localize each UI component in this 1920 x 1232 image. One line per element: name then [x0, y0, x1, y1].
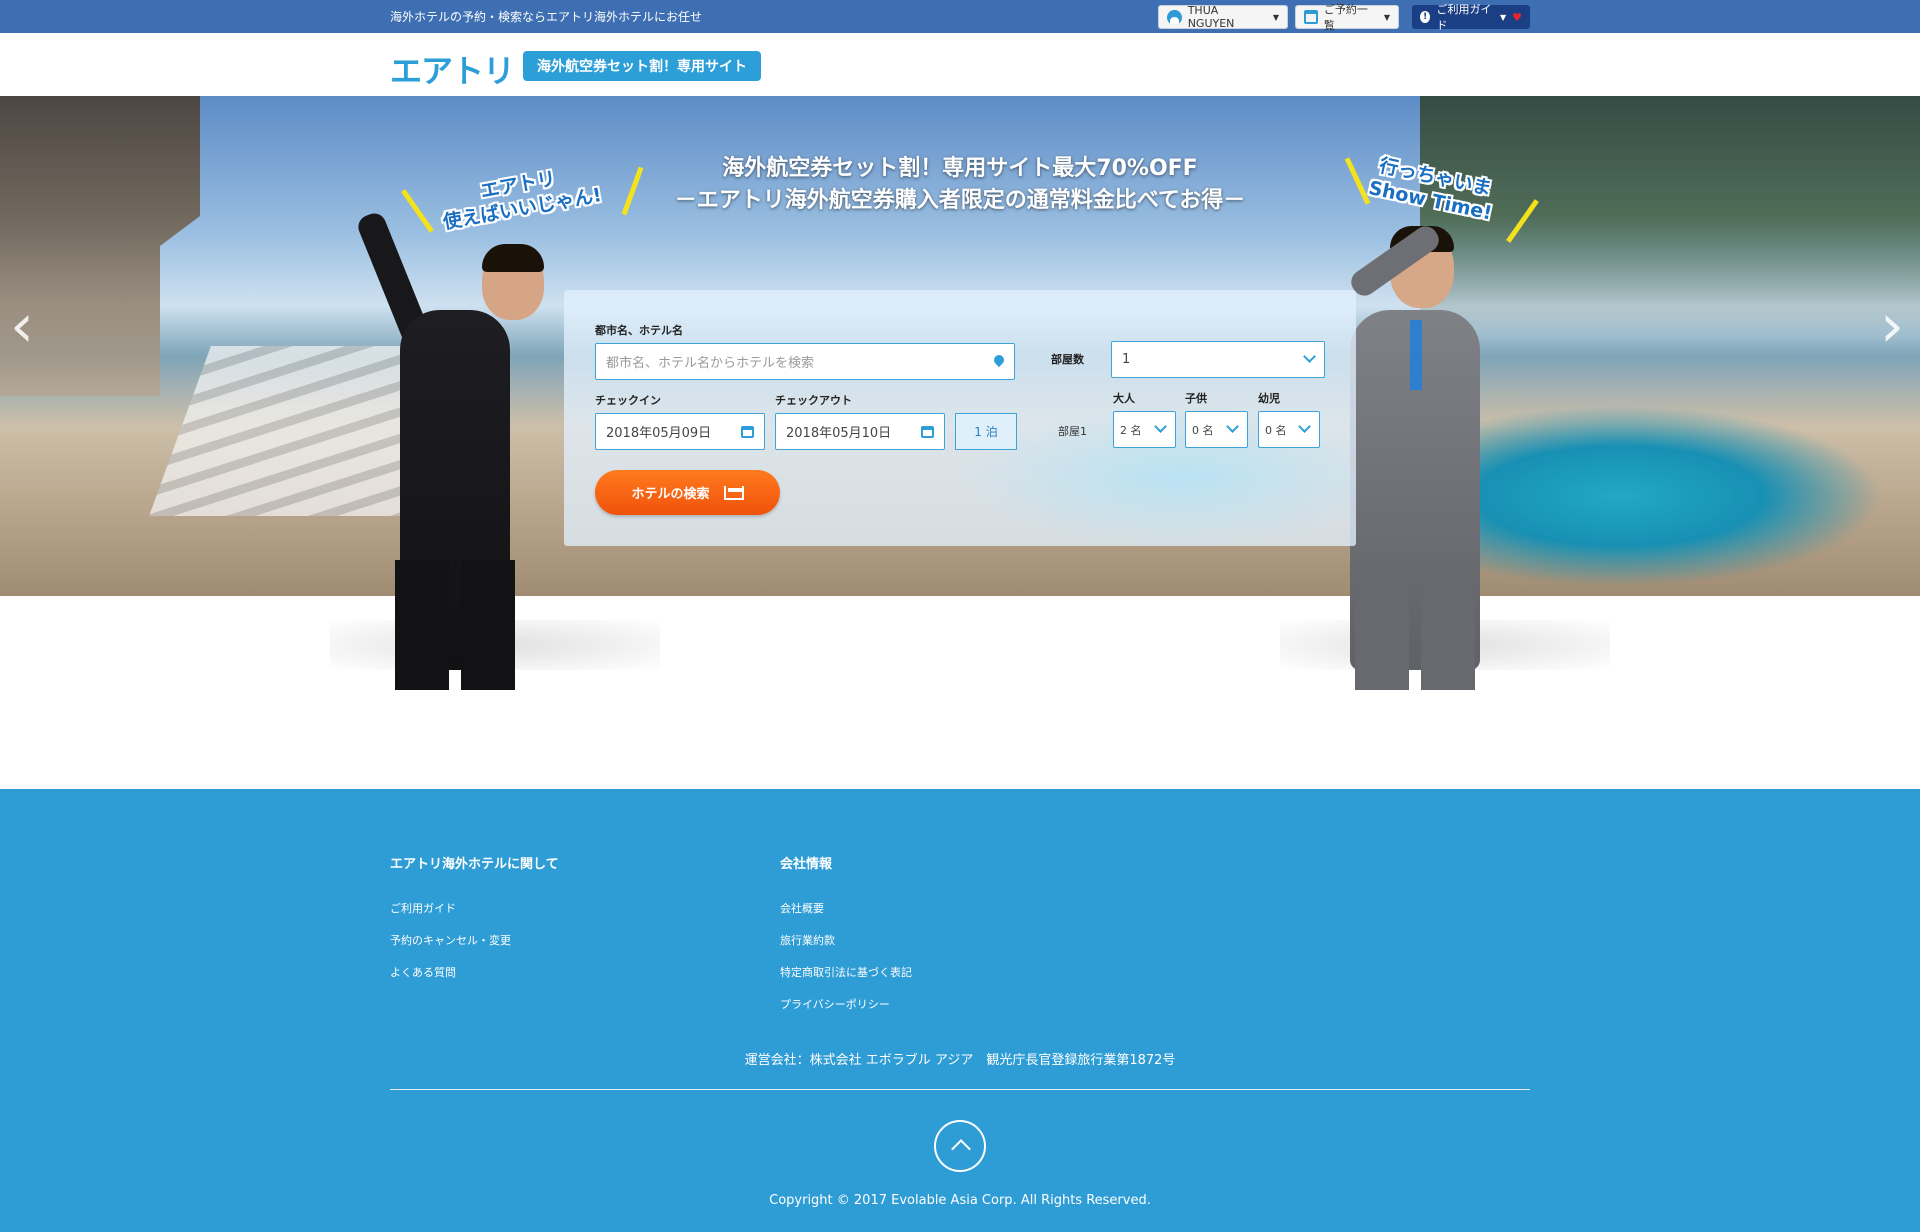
room1-label: 部屋1 — [1058, 425, 1087, 438]
chevron-down-icon — [1226, 420, 1239, 433]
footer-link-faq[interactable]: よくある質問 — [390, 964, 456, 980]
guide-label: ご利用ガイド — [1436, 3, 1492, 32]
caret-down-icon: ▼ — [1383, 12, 1390, 22]
chevron-down-icon — [1303, 350, 1316, 363]
destination-label: 都市名、ホテル名 — [595, 324, 683, 337]
footer-link-privacy[interactable]: プライバシーポリシー — [780, 996, 890, 1012]
infants-label: 幼児 — [1258, 392, 1280, 405]
footer-divider — [390, 1089, 1530, 1090]
footer-link-company-overview[interactable]: 会社概要 — [780, 900, 824, 916]
infants-select[interactable]: 0 名 — [1258, 411, 1320, 448]
calendar-icon — [741, 426, 754, 438]
chevron-down-icon — [1154, 420, 1167, 433]
chevron-down-icon — [1298, 420, 1311, 433]
reservations-label: ご予約一覧 — [1323, 3, 1368, 32]
site-badge: 海外航空券セット割！専用サイト — [523, 51, 761, 81]
rooms-label: 部屋数 — [1051, 353, 1084, 366]
site-header: エアトリ 海外航空券セット割！専用サイト — [0, 33, 1920, 96]
footer-link-commerce-law[interactable]: 特定商取引法に基づく表記 — [780, 964, 912, 980]
back-to-top-icon[interactable] — [934, 1120, 986, 1172]
site-footer: エアトリ海外ホテルに関して ご利用ガイド 予約のキャンセル・変更 よくある質問 … — [0, 789, 1920, 1232]
destination-input[interactable]: 都市名、ホテル名からホテルを検索 — [595, 343, 1015, 380]
adults-label: 大人 — [1113, 392, 1135, 405]
airtrip-logo[interactable]: エアトリ — [390, 46, 515, 92]
copyright: Copyright © 2017 Evolable Asia Corp. All… — [769, 1193, 1151, 1208]
adults-select[interactable]: 2 名 — [1113, 411, 1176, 448]
destination-placeholder: 都市名、ホテル名からホテルを検索 — [606, 356, 815, 371]
checkin-label: チェックイン — [595, 394, 661, 407]
footer-heading-about: エアトリ海外ホテルに関して — [390, 857, 559, 872]
bed-icon — [723, 485, 744, 500]
carousel-next-icon[interactable]: › — [1880, 296, 1904, 356]
user-icon — [1167, 9, 1182, 25]
hero-background-palms — [1420, 96, 1920, 336]
suit-tie — [1410, 320, 1422, 390]
heart-icon: ♥ — [1512, 10, 1522, 24]
pilot-legs — [395, 560, 515, 690]
checkout-date-input[interactable]: 2018年05月10日 — [775, 413, 945, 450]
search-button-label: ホテルの検索 — [631, 487, 710, 502]
guide-menu-button[interactable]: ! ご利用ガイド ▼ ♥ — [1412, 3, 1530, 32]
info-icon: ! — [1420, 11, 1431, 23]
nights-count: 1 泊 — [955, 413, 1017, 450]
checkin-value: 2018年05月09日 — [606, 426, 712, 441]
footer-link-guide[interactable]: ご利用ガイド — [390, 900, 456, 916]
user-name: THUA NGUYEN — [1187, 4, 1235, 30]
pilot-hair — [482, 244, 544, 272]
user-menu-button[interactable]: THUA NGUYEN ▼ — [1158, 4, 1288, 30]
rooms-select[interactable]: 1 — [1111, 341, 1325, 378]
hero-title: 海外航空券セット割！専用サイト最大70%OFF — [722, 156, 1198, 181]
children-value: 0 名 — [1192, 423, 1214, 437]
infants-value: 0 名 — [1265, 423, 1287, 437]
adults-value: 2 名 — [1120, 423, 1142, 437]
hotel-search-button[interactable]: ホテルの検索 — [595, 470, 780, 515]
children-select[interactable]: 0 名 — [1185, 411, 1248, 448]
children-label: 子供 — [1185, 392, 1207, 405]
caret-down-icon: ▼ — [1272, 12, 1279, 22]
top-bar: 海外ホテルの予約・検索ならエアトリ海外ホテルにお任せ THUA NGUYEN ▼… — [0, 0, 1920, 33]
caret-down-icon: ▼ — [1499, 12, 1507, 22]
company-registration: 運営会社：株式会社 エボラブル アジア 観光庁長官登録旅行業第1872号 — [744, 1053, 1176, 1068]
carousel-prev-icon[interactable]: ‹ — [10, 296, 34, 356]
checkout-value: 2018年05月10日 — [786, 426, 892, 441]
site-tagline: 海外ホテルの予約・検索ならエアトリ海外ホテルにお任せ — [390, 10, 703, 24]
map-pin-icon — [994, 355, 1004, 369]
reservations-menu-button[interactable]: ご予約一覧 ▼ — [1295, 3, 1399, 32]
checkin-date-input[interactable]: 2018年05月09日 — [595, 413, 765, 450]
suit-legs — [1355, 560, 1475, 690]
footer-link-cancel[interactable]: 予約のキャンセル・変更 — [390, 932, 511, 948]
calendar-icon — [921, 426, 934, 438]
hero-subtitle: －エアトリ海外航空券購入者限定の通常料金比べてお得－ — [674, 188, 1246, 213]
rooms-value: 1 — [1122, 352, 1131, 367]
calendar-icon — [1304, 10, 1318, 24]
footer-link-travel-terms[interactable]: 旅行業約款 — [780, 932, 835, 948]
footer-heading-company: 会社情報 — [780, 857, 833, 872]
checkout-label: チェックアウト — [775, 394, 852, 407]
